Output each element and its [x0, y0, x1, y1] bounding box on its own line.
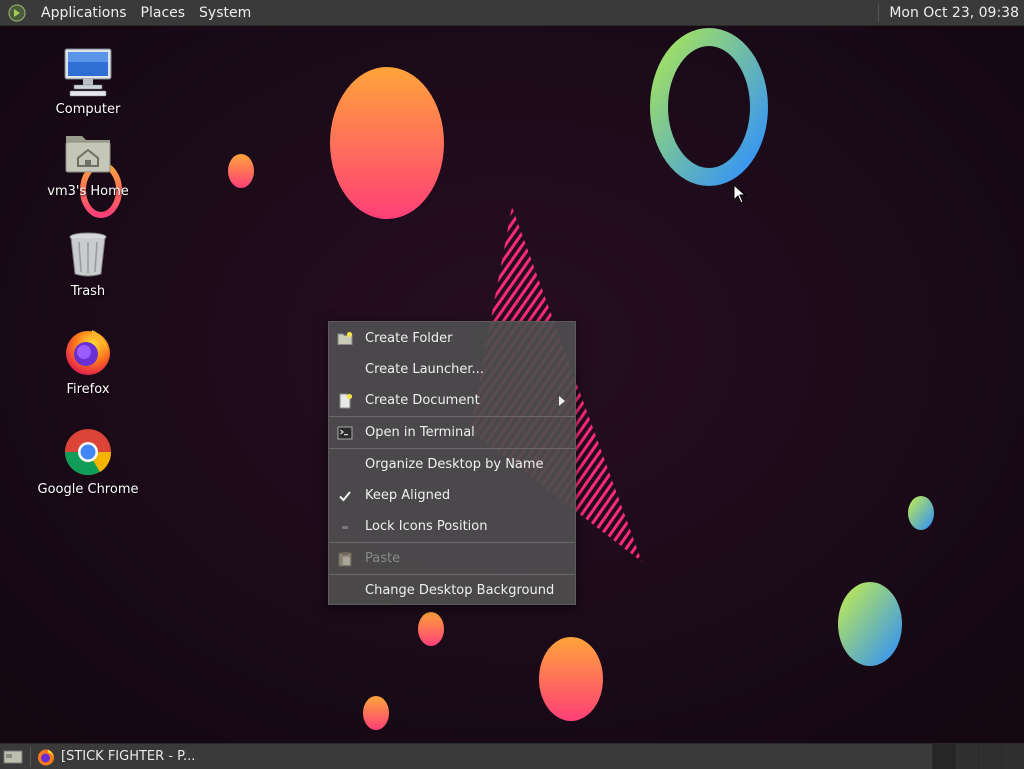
menu-item-open-terminal[interactable]: Open in Terminal: [329, 417, 575, 448]
desktop-icon-home[interactable]: vm3's Home: [33, 128, 143, 199]
menu-item-label: Create Folder: [365, 331, 453, 346]
desktop-icon-label: Google Chrome: [37, 482, 139, 497]
firefox-icon: [66, 330, 110, 375]
desktop-icon-label: Firefox: [66, 382, 110, 397]
menu-item-organize-by-name[interactable]: Organize Desktop by Name: [329, 449, 575, 480]
home-folder-icon: [65, 136, 111, 173]
unchecked-icon: [342, 526, 348, 529]
desktop-icon-firefox[interactable]: Firefox: [33, 326, 143, 397]
menu-item-label: Open in Terminal: [365, 425, 475, 440]
taskbar-button-label: [STICK FIGHTER - P...: [61, 749, 196, 764]
mate-menu-icon[interactable]: [8, 3, 26, 22]
menu-item-label: Organize Desktop by Name: [365, 457, 544, 472]
workspace-3[interactable]: [978, 744, 1001, 769]
menu-item-label: Create Launcher...: [365, 362, 484, 377]
panel-separator: [30, 746, 31, 767]
menu-item-create-document[interactable]: Create Document: [329, 385, 575, 416]
workspace-1[interactable]: [932, 744, 955, 769]
desktop-context-menu: Create Folder Create Launcher... Create …: [328, 321, 576, 605]
menu-item-label: Lock Icons Position: [365, 519, 488, 534]
menu-item-change-background[interactable]: Change Desktop Background: [329, 575, 575, 606]
desktop-icon-label: vm3's Home: [47, 184, 129, 199]
menu-item-create-folder[interactable]: Create Folder: [329, 323, 575, 354]
system-menu[interactable]: System: [192, 5, 258, 21]
desktop-icon-trash[interactable]: Trash: [33, 228, 143, 299]
top-panel: Applications Places System Mon Oct 23, 0…: [0, 0, 1024, 26]
chrome-icon: [64, 429, 112, 476]
workspace-2[interactable]: [955, 744, 978, 769]
menu-item-label: Keep Aligned: [365, 488, 451, 503]
submenu-arrow-icon: [559, 396, 565, 406]
desktop-icon-label: Computer: [55, 102, 121, 117]
workspace-4[interactable]: [1001, 744, 1024, 769]
menu-item-keep-aligned[interactable]: Keep Aligned: [329, 480, 575, 511]
check-icon: [339, 491, 351, 502]
bottom-panel: [STICK FIGHTER - P...: [0, 743, 1024, 769]
clock[interactable]: Mon Oct 23, 09:38: [889, 5, 1019, 21]
firefox-icon: [38, 749, 54, 765]
menu-item-label: Paste: [365, 551, 401, 566]
desktop-icon-computer[interactable]: Computer: [33, 46, 143, 117]
applications-menu[interactable]: Applications: [34, 5, 134, 21]
menu-item-label: Change Desktop Background: [365, 583, 555, 598]
terminal-icon: [337, 426, 353, 440]
menu-item-create-launcher[interactable]: Create Launcher...: [329, 354, 575, 385]
menu-item-paste[interactable]: Paste: [329, 543, 575, 574]
clock-separator: [878, 3, 880, 22]
show-desktop-icon[interactable]: [2, 748, 24, 766]
folder-new-icon: [337, 331, 353, 345]
trash-icon: [69, 232, 107, 277]
desktop-icon-chrome[interactable]: Google Chrome: [33, 426, 143, 497]
menu-item-label: Create Document: [365, 393, 480, 408]
mouse-cursor-icon: [733, 184, 747, 204]
desktop-icon-label: Trash: [70, 284, 106, 299]
menu-item-lock-icons[interactable]: Lock Icons Position: [329, 511, 575, 542]
places-menu[interactable]: Places: [134, 5, 193, 21]
computer-icon: [64, 48, 112, 97]
taskbar-button-stick-fighter[interactable]: [STICK FIGHTER - P...: [37, 744, 203, 769]
workspace-switcher: [932, 744, 1024, 769]
document-new-icon: [339, 393, 353, 409]
paste-icon: [338, 552, 352, 567]
